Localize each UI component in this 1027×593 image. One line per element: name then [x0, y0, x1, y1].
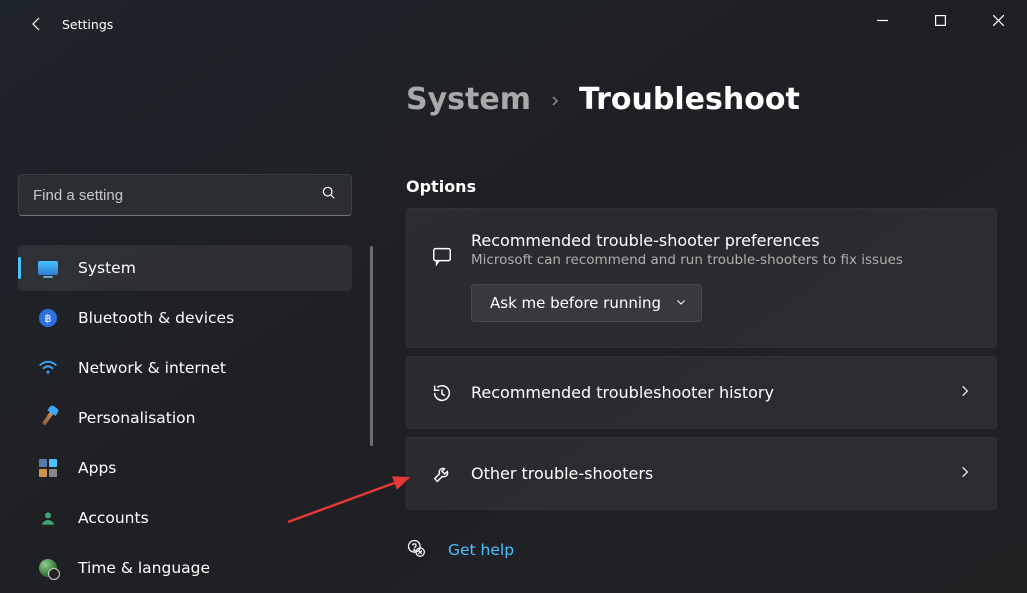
sidebar-scrollbar[interactable]: [370, 246, 373, 446]
sidebar-item-label: Network & internet: [78, 359, 226, 377]
card-title: Other trouble-shooters: [471, 464, 958, 483]
section-label-options: Options: [406, 177, 997, 196]
sidebar-item-bluetooth[interactable]: ฿ Bluetooth & devices: [18, 295, 352, 341]
chevron-right-icon: [958, 383, 972, 402]
breadcrumb-current: Troubleshoot: [579, 82, 800, 117]
bluetooth-icon: ฿: [36, 308, 60, 328]
get-help-link[interactable]: Get help: [448, 541, 514, 559]
chevron-right-icon: [549, 88, 561, 112]
sidebar-item-personalisation[interactable]: Personalisation: [18, 395, 352, 441]
wrench-icon: [431, 463, 471, 485]
sidebar-item-network[interactable]: Network & internet: [18, 345, 352, 391]
sidebar-item-accounts[interactable]: Accounts: [18, 495, 352, 541]
brush-icon: [36, 408, 60, 428]
search-input[interactable]: [18, 174, 352, 216]
account-icon: [36, 508, 60, 528]
app-title: Settings: [62, 17, 113, 32]
sidebar-item-label: Personalisation: [78, 409, 195, 427]
help-icon: [406, 538, 426, 562]
sidebar-item-label: Time & language: [78, 559, 210, 577]
close-button[interactable]: [969, 0, 1027, 40]
sidebar-item-time-language[interactable]: Time & language: [18, 545, 352, 591]
back-button[interactable]: [12, 0, 60, 48]
chevron-down-icon: [675, 294, 687, 312]
chat-icon: [431, 245, 471, 267]
wifi-icon: [36, 358, 60, 378]
sidebar-item-system[interactable]: System: [18, 245, 352, 291]
card-title: Recommended trouble-shooter preferences: [471, 231, 972, 250]
card-title: Recommended troubleshooter history: [471, 383, 958, 402]
sidebar-item-label: Accounts: [78, 509, 149, 527]
dropdown-value: Ask me before running: [490, 294, 661, 312]
breadcrumb: System Troubleshoot: [406, 82, 997, 117]
search-field[interactable]: [33, 187, 313, 204]
globe-clock-icon: [36, 558, 60, 578]
card-troubleshooter-history[interactable]: Recommended troubleshooter history: [406, 356, 997, 429]
maximize-button[interactable]: [911, 0, 969, 40]
sidebar-item-label: Bluetooth & devices: [78, 309, 234, 327]
preference-dropdown[interactable]: Ask me before running: [471, 284, 702, 322]
monitor-icon: [36, 258, 60, 278]
card-other-troubleshooters[interactable]: Other trouble-shooters: [406, 437, 997, 510]
history-icon: [431, 382, 471, 404]
breadcrumb-parent[interactable]: System: [406, 82, 531, 117]
chevron-right-icon: [958, 464, 972, 483]
sidebar-item-label: Apps: [78, 459, 116, 477]
minimize-button[interactable]: [853, 0, 911, 40]
card-troubleshooter-preferences: Recommended trouble-shooter preferences …: [406, 208, 997, 348]
sidebar-item-apps[interactable]: Apps: [18, 445, 352, 491]
search-icon: [321, 185, 337, 205]
apps-icon: [36, 458, 60, 478]
sidebar-item-label: System: [78, 259, 136, 277]
card-subtitle: Microsoft can recommend and run trouble-…: [471, 252, 972, 268]
